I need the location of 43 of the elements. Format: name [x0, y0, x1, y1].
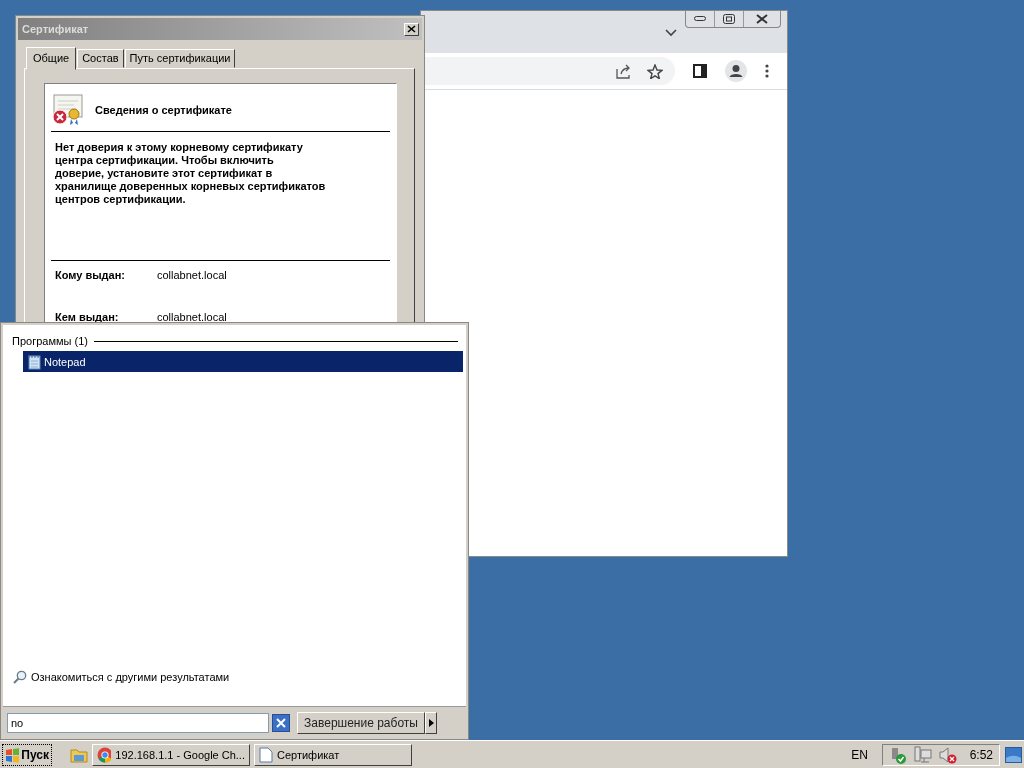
section-heading: Сведения о сертификате [95, 104, 232, 116]
search-field[interactable]: no [7, 713, 269, 733]
close-icon [407, 25, 416, 33]
clear-search-button[interactable] [272, 714, 290, 732]
field-value: collabnet.local [157, 269, 227, 281]
document-icon [259, 746, 273, 763]
field-value: collabnet.local [157, 311, 227, 323]
tab[interactable]: Состав [77, 49, 124, 68]
more-results-link[interactable]: Ознакомиться с другими результатами [31, 671, 230, 683]
search-icon [13, 670, 27, 684]
tab[interactable]: Общие [26, 47, 77, 70]
trust-warning-text: Нет доверия к этому корневому сертификату центра сертификации. Чтобы включить доверие, установите этот сертификат в хранилище доверенных корневых сертификатов центров сертификации. [55, 141, 327, 207]
shutdown-options-button[interactable] [425, 712, 437, 734]
taskbar-button[interactable]: Сертификат [254, 743, 412, 766]
side-panel-icon[interactable] [693, 64, 707, 78]
chrome-icon [97, 746, 112, 763]
profile-icon[interactable] [725, 60, 747, 82]
maximize-icon [723, 14, 735, 24]
clock[interactable]: 6:52 [969, 747, 993, 762]
share-icon[interactable] [616, 63, 633, 79]
star-icon[interactable] [647, 63, 663, 79]
triangle-right-icon [428, 719, 434, 727]
windows-logo-icon [5, 746, 20, 763]
tab[interactable]: Путь сертификации [124, 49, 236, 68]
field-label: Кому выдан: [55, 269, 127, 281]
shutdown-button[interactable]: Завершение работы [297, 712, 425, 734]
menu-icon[interactable] [765, 64, 769, 78]
volume-muted-icon[interactable] [939, 745, 957, 764]
power-plug-icon[interactable] [889, 745, 907, 764]
close-icon [272, 714, 290, 732]
chevron-down-icon[interactable] [665, 29, 677, 37]
language-indicator[interactable]: EN [851, 747, 868, 762]
show-desktop-icon[interactable] [1005, 746, 1022, 763]
start-button[interactable]: Пуск [2, 743, 52, 766]
window-title: Сертификат [22, 23, 89, 35]
taskbar-button[interactable]: 192.168.1.1 - Google Ch... [92, 743, 250, 766]
close-icon [756, 14, 768, 24]
field-label: Кем выдан: [55, 311, 120, 323]
notepad-icon [27, 353, 41, 370]
minimize-icon [694, 16, 706, 22]
section-title: Программы (1) [12, 335, 88, 347]
certificate-error-icon [51, 94, 83, 126]
search-result[interactable]: Notepad [23, 351, 463, 372]
